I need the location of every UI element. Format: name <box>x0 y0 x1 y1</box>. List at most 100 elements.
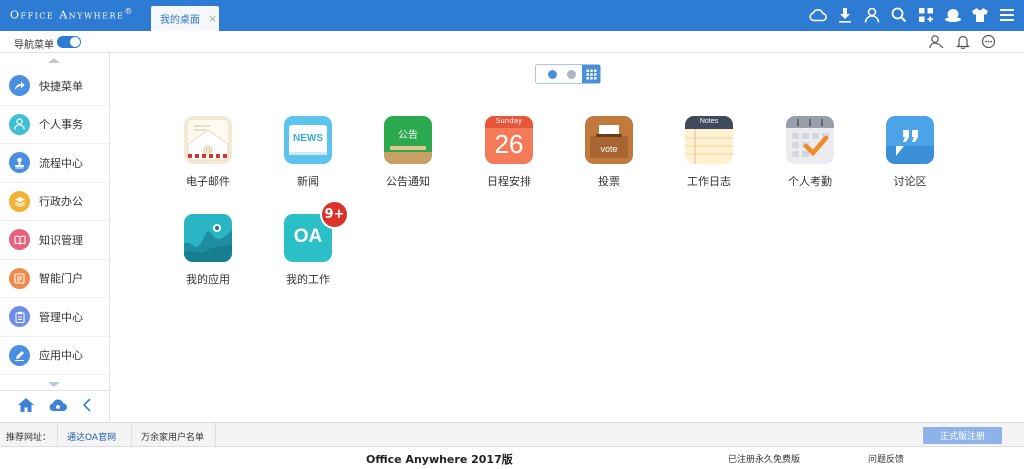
link-tongda-oa-site[interactable]: 通达OA官网 <box>67 430 116 443</box>
menu-icon[interactable] <box>998 6 1016 24</box>
users-search-icon[interactable] <box>929 34 944 49</box>
app-label: 工作日志 <box>687 175 731 188</box>
sidebar-footer <box>0 390 109 422</box>
app-discussion[interactable]: 讨论区 <box>860 116 960 189</box>
brand-logo: Office Anywhere® <box>10 7 134 22</box>
sidebar-item-label: 应用中心 <box>39 349 83 363</box>
app-label: 新闻 <box>297 175 319 188</box>
person-icon <box>9 113 30 135</box>
app-label: 个人考勤 <box>788 175 832 188</box>
notification-badge: 9+ <box>320 200 349 229</box>
tab-close-icon[interactable]: × <box>208 13 217 24</box>
mail-icon: @ <box>184 116 232 164</box>
download-icon[interactable] <box>836 6 854 24</box>
chat-icon[interactable] <box>981 34 996 49</box>
app-label: 电子邮件 <box>186 175 230 188</box>
news-icon: NEWS <box>284 116 332 164</box>
app-vote[interactable]: vote 投票 <box>559 116 659 189</box>
registration-status: 已注册永久免费版 <box>728 455 801 465</box>
footer-title: Office Anywhere 2017版 <box>366 453 513 466</box>
share-arrow-icon <box>9 75 30 97</box>
app-label: 日程安排 <box>487 175 531 188</box>
home-icon[interactable] <box>17 397 35 416</box>
my-apps-icon <box>184 214 232 262</box>
vote-box-icon: vote <box>585 116 633 164</box>
page-dot-active[interactable] <box>548 70 557 79</box>
sidebar-scroll-down-icon[interactable] <box>48 382 60 387</box>
link-customer-list[interactable]: 万余家用户名单 <box>141 430 204 443</box>
desktop-pager <box>535 64 601 84</box>
shirt-icon[interactable] <box>971 6 989 24</box>
sidebar-item-management-center[interactable]: 管理中心 <box>0 298 109 337</box>
sidebar: 快捷菜单 个人事务 流程中心 行政办公 知识管理 智能门户 管理中心 应用中心 <box>0 53 110 422</box>
sidebar-item-label: 管理中心 <box>39 310 83 324</box>
sidebar-item-admin-office[interactable]: 行政办公 <box>0 183 109 221</box>
notes-icon: Notes <box>685 116 733 164</box>
page-dot[interactable] <box>567 70 576 79</box>
app-label: 讨论区 <box>893 175 927 188</box>
app-attendance[interactable]: 个人考勤 <box>760 116 860 189</box>
sidebar-item-label: 行政办公 <box>39 195 83 209</box>
app-my-apps[interactable]: 我的应用 <box>158 214 258 287</box>
nav-menu-toggle[interactable] <box>57 36 81 48</box>
top-toolbar <box>809 4 1016 26</box>
hat-icon[interactable] <box>944 6 962 24</box>
app-email[interactable]: @ 电子邮件 <box>158 116 258 189</box>
portal-icon <box>9 267 30 289</box>
tab-label: 我的桌面 <box>160 15 200 26</box>
clipboard-icon <box>9 306 30 328</box>
app-my-work[interactable]: OA 9+ 我的工作 <box>258 200 358 287</box>
grid-view-icon[interactable] <box>582 65 600 83</box>
divider <box>57 423 58 447</box>
notice-board-icon: 公告 <box>384 116 432 164</box>
cloud-icon[interactable] <box>809 6 827 24</box>
sub-toolbar <box>929 34 996 49</box>
divider <box>131 423 132 447</box>
divider <box>215 423 216 447</box>
app-news[interactable]: NEWS 新闻 <box>258 116 358 189</box>
sidebar-item-app-center[interactable]: 应用中心 <box>0 337 109 375</box>
grid-add-icon[interactable] <box>917 6 935 24</box>
desktop-area: @ 电子邮件 NEWS 新闻 公告 公告通知 Sunday 26 日程安排 vo… <box>111 53 1024 422</box>
footer: Office Anywhere 2017版 已注册永久免费版 问题反馈 <box>0 447 1024 469</box>
calendar-icon: Sunday 26 <box>485 116 533 164</box>
sidebar-item-shortcut-menu[interactable]: 快捷菜单 <box>0 67 109 106</box>
stamp-icon <box>9 152 30 174</box>
cloud-settings-icon[interactable] <box>48 398 68 415</box>
register-button[interactable]: 正式版注册 <box>923 427 1002 444</box>
app-label: 我的工作 <box>286 273 330 286</box>
app-announcements[interactable]: 公告 公告通知 <box>358 116 458 189</box>
book-icon <box>9 229 30 251</box>
tab-my-desktop[interactable]: 我的桌面 × <box>151 6 219 31</box>
nav-menu-label: 导航菜单 <box>14 40 54 51</box>
sidebar-item-label: 智能门户 <box>39 272 83 286</box>
app-label: 我的应用 <box>186 273 230 286</box>
sidebar-scroll-up-icon[interactable] <box>48 58 60 63</box>
svg-text:@: @ <box>203 145 213 156</box>
sidebar-item-label: 个人事务 <box>39 118 83 132</box>
sidebar-item-knowledge-management[interactable]: 知识管理 <box>0 221 109 260</box>
bell-icon[interactable] <box>955 34 970 49</box>
collapse-left-icon[interactable] <box>82 398 92 415</box>
sidebar-item-personal-affairs[interactable]: 个人事务 <box>0 106 109 144</box>
user-icon[interactable] <box>863 6 881 24</box>
sub-bar: 导航菜单 <box>0 31 1024 53</box>
pencil-icon <box>9 344 30 366</box>
sidebar-item-workflow-center[interactable]: 流程中心 <box>0 144 109 183</box>
top-bar: Office Anywhere® 我的桌面 × <box>0 0 1024 31</box>
app-label: 投票 <box>598 175 620 188</box>
feedback-link[interactable]: 问题反馈 <box>868 452 904 465</box>
sidebar-item-label: 流程中心 <box>39 156 83 170</box>
recommend-bar: 推荐网址： 通达OA官网 万余家用户名单 正式版注册 <box>0 422 1024 447</box>
app-schedule[interactable]: Sunday 26 日程安排 <box>459 116 559 189</box>
sidebar-item-smart-portal[interactable]: 智能门户 <box>0 260 109 298</box>
recommend-label: 推荐网址： <box>6 433 52 443</box>
sidebar-item-label: 快捷菜单 <box>39 79 83 93</box>
attendance-calendar-icon <box>786 116 834 164</box>
discussion-quote-icon <box>886 116 934 164</box>
layers-icon <box>9 190 30 212</box>
app-label: 公告通知 <box>386 175 430 188</box>
sidebar-menu: 快捷菜单 个人事务 流程中心 行政办公 知识管理 智能门户 管理中心 应用中心 <box>0 67 109 375</box>
search-icon[interactable] <box>890 6 908 24</box>
app-work-log[interactable]: Notes 工作日志 <box>659 116 759 189</box>
